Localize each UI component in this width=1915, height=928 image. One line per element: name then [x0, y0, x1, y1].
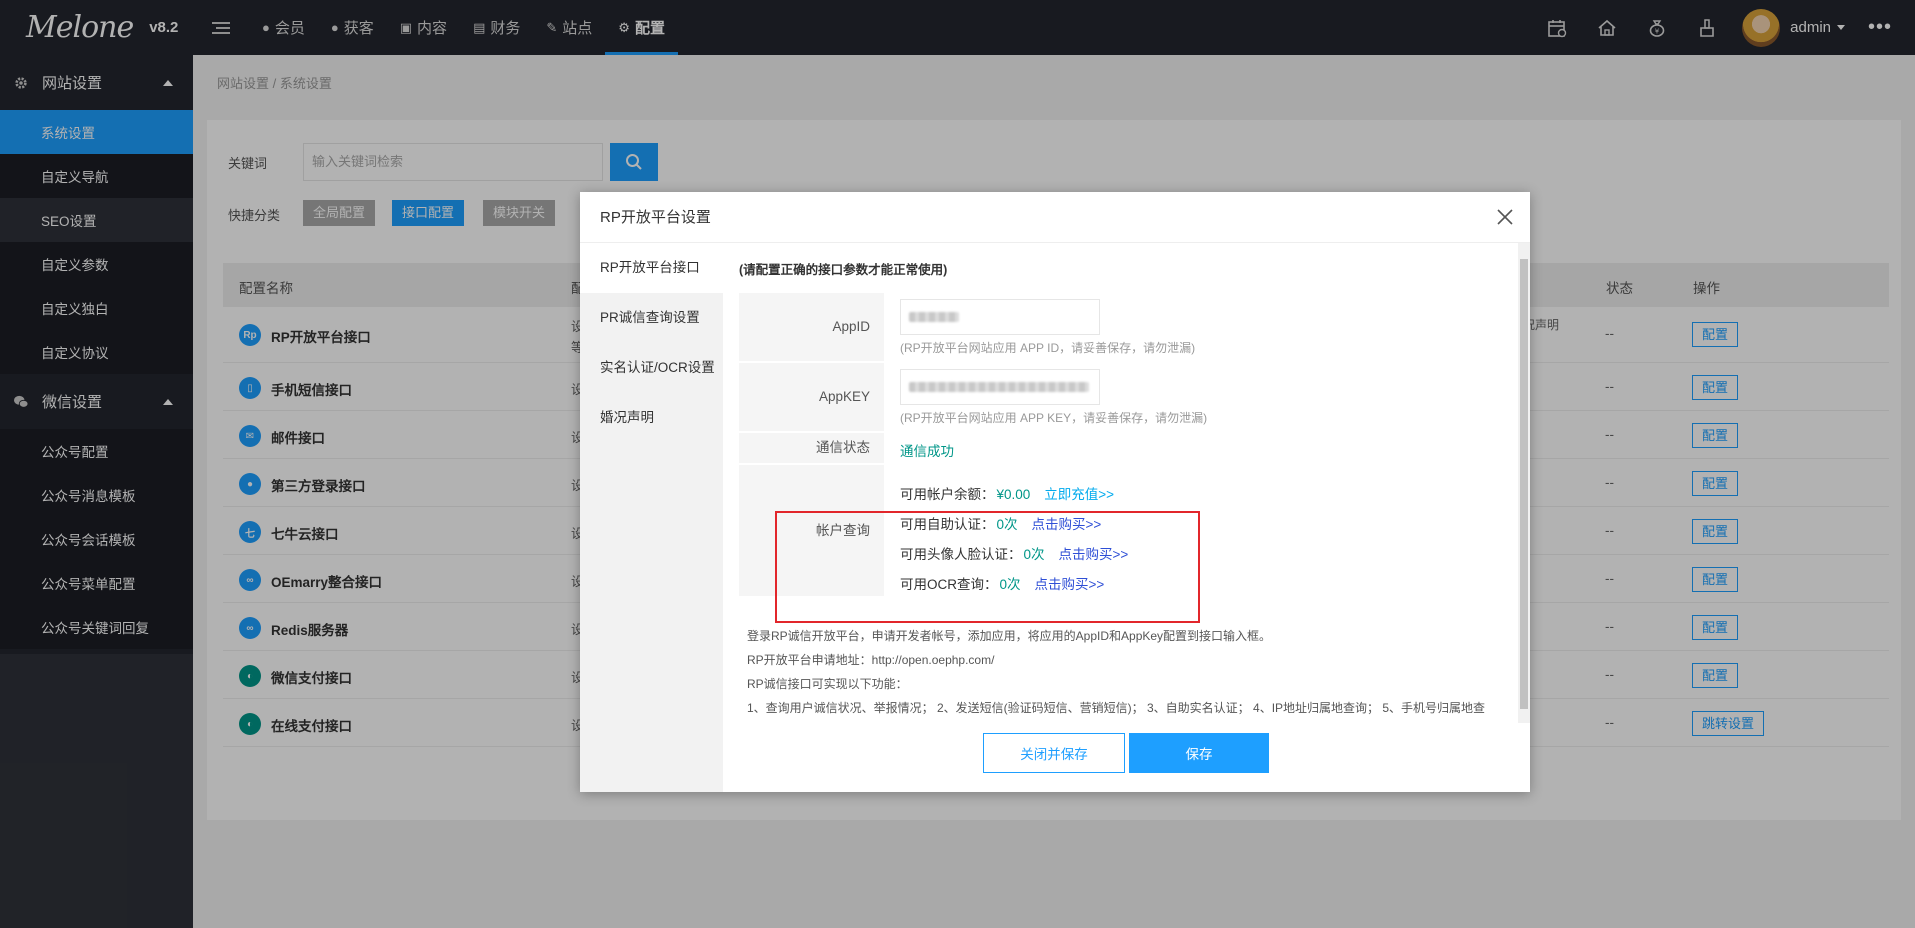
- save-button[interactable]: 保存: [1129, 733, 1269, 773]
- appkey-input[interactable]: [900, 369, 1100, 405]
- info-line: RP开放平台申请地址：http://open.oephp.com/: [747, 653, 995, 667]
- appid-input[interactable]: [900, 299, 1100, 335]
- rp-settings-dialog: RP开放平台设置 RP开放平台接口 PR诚信查询设置 实名认证/OCR设置 婚况…: [580, 192, 1530, 792]
- close-icon[interactable]: [1496, 208, 1514, 226]
- dialog-footer: 关闭并保存 保存: [723, 723, 1530, 792]
- dialog-title: RP开放平台设置: [580, 192, 1530, 243]
- dialog-tabs: RP开放平台接口 PR诚信查询设置 实名认证/OCR设置 婚况声明: [580, 243, 723, 792]
- info-line: 登录RP诚信开放平台，申请开发者帐号，添加应用，将应用的AppID和AppKey…: [747, 629, 1272, 643]
- balance-value: ¥0.00: [996, 487, 1031, 502]
- config-note: (请配置正确的接口参数才能正常使用): [739, 263, 948, 277]
- scrollbar-thumb[interactable]: [1520, 259, 1528, 709]
- appkey-hint: (RP开放平台网站应用 APP KEY，请妥善保存，请勿泄漏): [900, 411, 1208, 425]
- info-line: 1、查询用户诚信状况、举报情况； 2、发送短信(验证码短信、营销短信)； 3、自…: [747, 701, 1486, 715]
- balance-line: 可用帐户余额： ¥0.00 立即充值>>: [900, 483, 1114, 503]
- recharge-link[interactable]: 立即充值>>: [1044, 487, 1114, 502]
- info-line: RP诚信接口可实现以下功能：: [747, 677, 908, 691]
- tab-realname-ocr[interactable]: 实名认证/OCR设置: [580, 343, 723, 393]
- appkey-label: AppKEY: [739, 363, 884, 431]
- status-label: 通信状态: [739, 433, 884, 463]
- appid-masked-value: [909, 312, 959, 322]
- highlight-box: [775, 511, 1200, 623]
- tab-marital-statement[interactable]: 婚况声明: [580, 393, 723, 443]
- tab-pr-credit-query[interactable]: PR诚信查询设置: [580, 293, 723, 343]
- dialog-body: (请配置正确的接口参数才能正常使用) AppID (RP开放平台网站应用 APP…: [723, 243, 1530, 723]
- balance-label: 可用帐户余额：: [900, 487, 995, 502]
- close-and-save-button[interactable]: 关闭并保存: [983, 733, 1125, 773]
- tab-rp-platform[interactable]: RP开放平台接口: [580, 243, 723, 293]
- appid-label: AppID: [739, 293, 884, 361]
- appkey-masked-value: [909, 382, 1089, 392]
- dialog-scrollbar[interactable]: [1518, 243, 1530, 723]
- appid-hint: (RP开放平台网站应用 APP ID，请妥善保存，请勿泄漏): [900, 341, 1196, 355]
- status-value: 通信成功: [900, 444, 954, 459]
